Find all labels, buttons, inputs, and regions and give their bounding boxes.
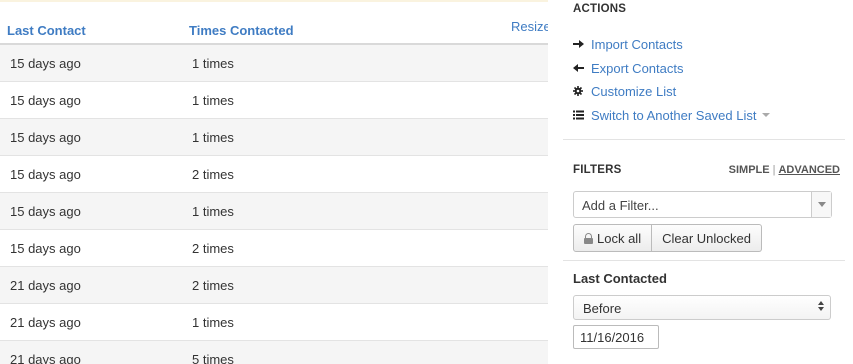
list-icon <box>573 110 587 120</box>
cell-last-contact: 21 days ago <box>10 315 81 330</box>
table-body: 15 days ago 1 times 15 days ago 1 times … <box>0 45 548 364</box>
customize-list-label: Customize List <box>591 83 677 99</box>
mode-separator: | <box>772 164 776 176</box>
clear-unlocked-button[interactable]: Clear Unlocked <box>652 224 762 252</box>
gear-icon <box>573 86 587 96</box>
cell-last-contact: 15 days ago <box>10 204 81 219</box>
cell-times-contacted: 1 times <box>192 204 234 219</box>
table-row[interactable]: 15 days ago 1 times <box>0 193 548 230</box>
filter-lock-buttons: Lock all Clear Unlocked <box>573 224 762 252</box>
customize-list-action[interactable]: Customize List <box>573 82 676 100</box>
lock-all-label: Lock all <box>597 230 642 246</box>
divider <box>563 260 845 261</box>
table-row[interactable]: 15 days ago 2 times <box>0 156 548 193</box>
cell-last-contact: 15 days ago <box>10 241 81 256</box>
import-contacts-label: Import Contacts <box>591 36 683 52</box>
table-header: Last Contact Times Contacted Resize <box>0 0 548 45</box>
table-row[interactable]: 21 days ago 1 times <box>0 304 548 341</box>
table-row[interactable]: 15 days ago 2 times <box>0 230 548 267</box>
select-arrows-icon <box>818 301 824 311</box>
column-header-times-contacted[interactable]: Times Contacted <box>189 23 294 38</box>
arrow-left-icon <box>573 63 587 73</box>
divider <box>563 139 845 140</box>
resize-link[interactable]: Resize <box>511 19 548 34</box>
table-row[interactable]: 21 days ago 2 times <box>0 267 548 304</box>
cell-last-contact: 21 days ago <box>10 352 81 364</box>
switch-saved-list-label: Switch to Another Saved List <box>591 107 757 123</box>
cell-times-contacted: 2 times <box>192 241 234 256</box>
export-contacts-action[interactable]: Export Contacts <box>573 59 684 77</box>
table-row[interactable]: 15 days ago 1 times <box>0 119 548 156</box>
comparison-select[interactable]: Before <box>573 295 831 320</box>
date-field[interactable] <box>573 325 659 349</box>
export-contacts-label: Export Contacts <box>591 60 684 76</box>
actions-heading: ACTIONS <box>573 3 627 15</box>
switch-saved-list-action[interactable]: Switch to Another Saved List <box>573 106 771 124</box>
simple-mode-link[interactable]: SIMPLE <box>729 164 770 176</box>
import-contacts-action[interactable]: Import Contacts <box>573 35 683 53</box>
cell-times-contacted: 1 times <box>192 315 234 330</box>
add-filter-select[interactable]: Add a Filter... <box>573 191 832 218</box>
cell-times-contacted: 2 times <box>192 278 234 293</box>
lock-icon <box>584 232 593 244</box>
cell-last-contact: 15 days ago <box>10 93 81 108</box>
comparison-value: Before <box>583 301 622 316</box>
last-contacted-filter-label: Last Contacted <box>573 271 667 286</box>
clear-unlocked-label: Clear Unlocked <box>662 230 751 246</box>
cell-last-contact: 15 days ago <box>10 130 81 145</box>
cell-times-contacted: 1 times <box>192 93 234 108</box>
column-header-last-contact[interactable]: Last Contact <box>7 23 86 38</box>
cell-times-contacted: 1 times <box>192 56 234 71</box>
arrow-right-icon <box>573 39 587 49</box>
sidebar: ACTIONS Import Contacts Export Contacts … <box>563 0 853 364</box>
advanced-mode-link[interactable]: ADVANCED <box>778 164 840 176</box>
cell-last-contact: 15 days ago <box>10 167 81 182</box>
contacts-table: Last Contact Times Contacted Resize 15 d… <box>0 0 548 364</box>
filter-mode-toggle: SIMPLE | ADVANCED <box>729 164 840 176</box>
lock-all-button[interactable]: Lock all <box>573 224 653 252</box>
top-rule <box>0 0 548 2</box>
cell-last-contact: 21 days ago <box>10 278 81 293</box>
cell-times-contacted: 1 times <box>192 130 234 145</box>
cell-times-contacted: 5 times <box>192 352 234 364</box>
table-row[interactable]: 15 days ago 1 times <box>0 82 548 119</box>
filters-heading: FILTERS <box>573 164 622 176</box>
table-row[interactable]: 15 days ago 1 times <box>0 45 548 82</box>
cell-times-contacted: 2 times <box>192 167 234 182</box>
cell-last-contact: 15 days ago <box>10 56 81 71</box>
chevron-down-icon <box>817 202 826 207</box>
table-row[interactable]: 21 days ago 5 times <box>0 341 548 364</box>
add-filter-placeholder: Add a Filter... <box>582 198 659 213</box>
add-filter-dropdown-toggle[interactable] <box>811 192 831 217</box>
chevron-down-icon <box>762 113 771 117</box>
